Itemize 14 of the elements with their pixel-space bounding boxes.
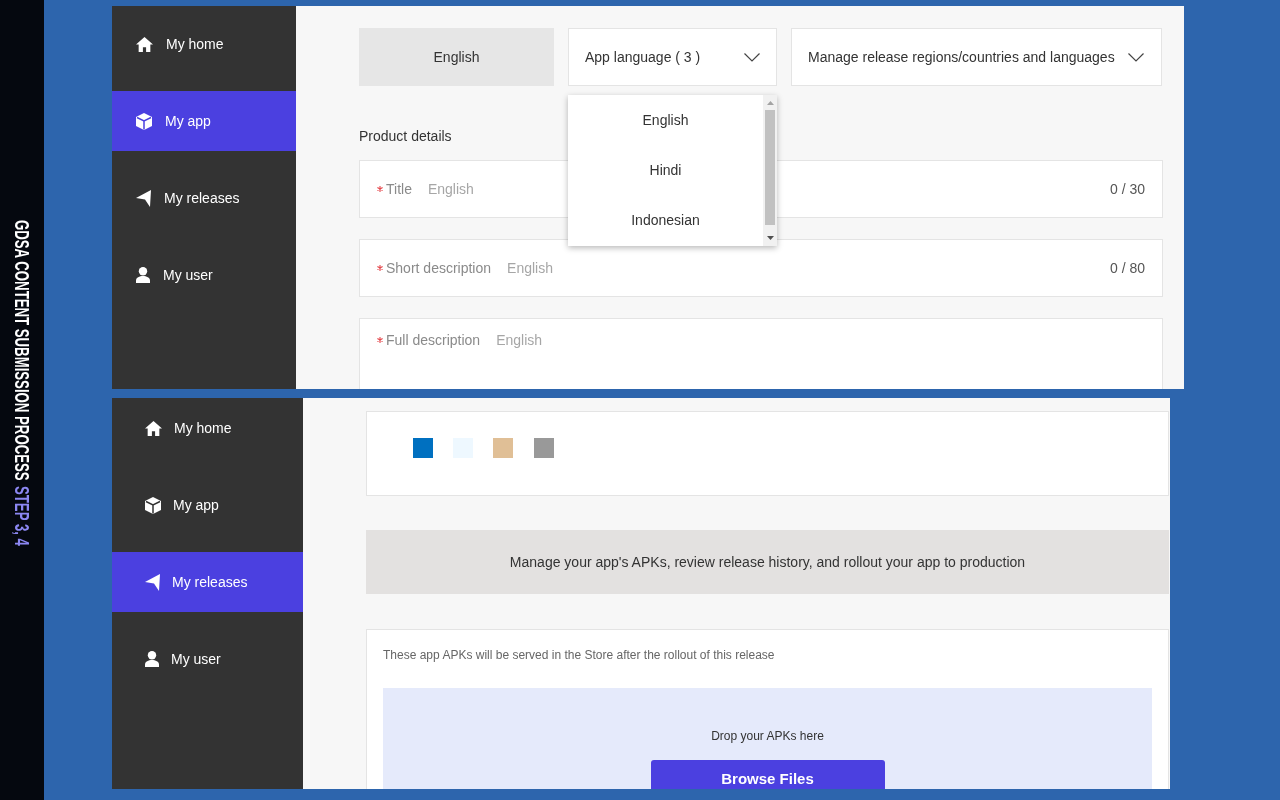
character-counter: 0 / 80 xyxy=(1109,259,1145,278)
field-label: Short description xyxy=(386,259,492,278)
caption-step: STEP 3, 4 xyxy=(12,485,32,546)
drop-prompt: Drop your APKs here xyxy=(711,728,824,744)
banner-text: Manage your app's APKs, review release history, and rollout your app to production xyxy=(509,553,1026,572)
field-label: Title xyxy=(386,180,412,199)
field-language: English xyxy=(427,180,474,199)
field-language: English xyxy=(507,259,553,278)
field-label: Full description xyxy=(386,331,481,350)
caption-title: GDSA CONTENT SUBMISSION PROCESS xyxy=(12,220,32,481)
section-heading: Product details xyxy=(359,127,452,146)
character-counter: 0 / 30 xyxy=(1109,180,1145,199)
card-note: These app APKs will be served in the Store after the rollout of this release xyxy=(383,647,775,663)
field-language: English xyxy=(496,331,543,350)
